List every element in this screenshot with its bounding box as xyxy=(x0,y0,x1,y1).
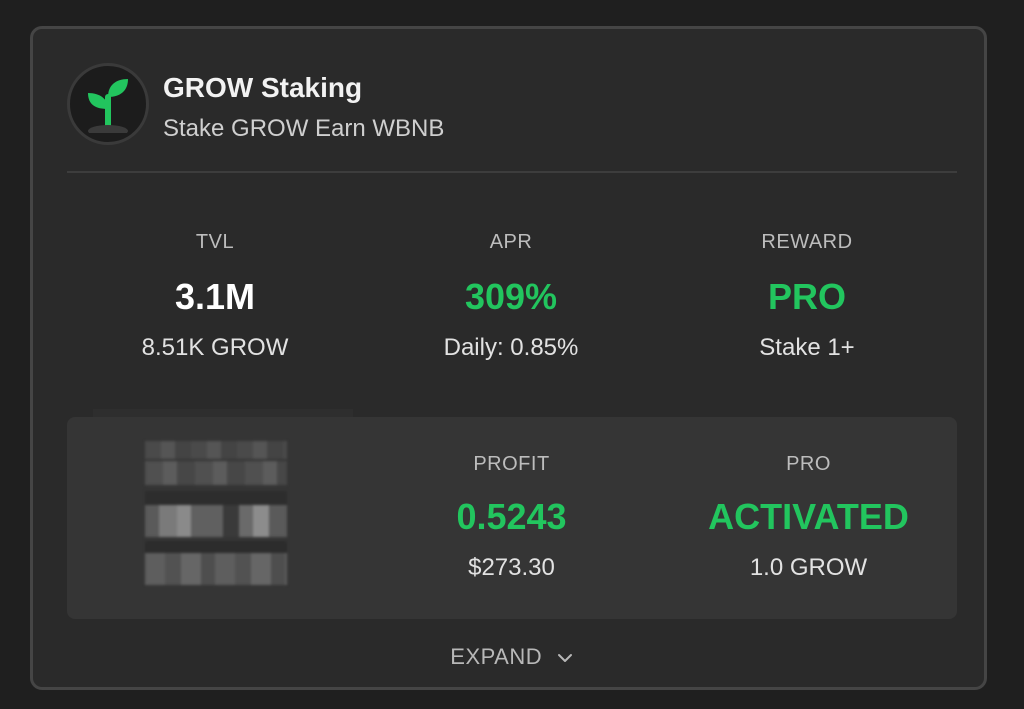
user-position-panel: PROFIT 0.5243 $273.30 PRO ACTIVATED 1.0 … xyxy=(67,417,957,619)
stat-tvl: TVL 3.1M 8.51K GROW xyxy=(67,229,363,363)
pool-logo xyxy=(67,63,149,145)
stat-reward-value: PRO xyxy=(767,276,846,317)
header-divider xyxy=(67,171,957,173)
pool-subtitle: Stake GROW Earn WBNB xyxy=(163,115,445,142)
stat-pro-sub: 1.0 GROW xyxy=(749,554,868,581)
stat-pro-value: ACTIVATED xyxy=(708,496,909,537)
stat-pro: PRO ACTIVATED 1.0 GROW xyxy=(660,451,957,583)
sprout-icon xyxy=(88,79,128,133)
redacted-balance xyxy=(145,441,287,587)
stat-tvl-value: 3.1M xyxy=(174,276,256,317)
stat-profit-sub: $273.30 xyxy=(468,554,555,581)
staking-pool-card: GROW Staking Stake GROW Earn WBNB TVL 3.… xyxy=(30,26,987,690)
stat-reward-sub: Stake 1+ xyxy=(759,334,855,361)
stat-profit-label: PROFIT xyxy=(473,453,550,475)
stat-reward: REWARD PRO Stake 1+ xyxy=(659,229,955,363)
stat-apr-value: 309% xyxy=(464,276,558,317)
stat-tvl-sub: 8.51K GROW xyxy=(141,334,289,361)
stat-apr: APR 309% Daily: 0.85% xyxy=(363,229,659,363)
chevron-down-icon xyxy=(557,654,572,663)
stat-tvl-label: TVL xyxy=(195,231,235,253)
stat-pro-label: PRO xyxy=(786,453,831,475)
pool-header: GROW Staking Stake GROW Earn WBNB xyxy=(67,63,444,153)
stat-profit-value: 0.5243 xyxy=(456,496,567,537)
stat-profit: PROFIT 0.5243 $273.30 xyxy=(363,451,660,583)
stat-apr-label: APR xyxy=(489,231,533,253)
user-stats: PROFIT 0.5243 $273.30 PRO ACTIVATED 1.0 … xyxy=(363,451,957,583)
stat-reward-label: REWARD xyxy=(761,231,853,253)
pool-stats: TVL 3.1M 8.51K GROW APR 309% Daily: 0.85… xyxy=(67,229,957,363)
stat-apr-sub: Daily: 0.85% xyxy=(443,334,579,361)
expand-label: EXPAND xyxy=(450,644,543,669)
pool-title: GROW Staking xyxy=(163,72,363,103)
expand-button[interactable]: EXPAND xyxy=(33,643,990,671)
